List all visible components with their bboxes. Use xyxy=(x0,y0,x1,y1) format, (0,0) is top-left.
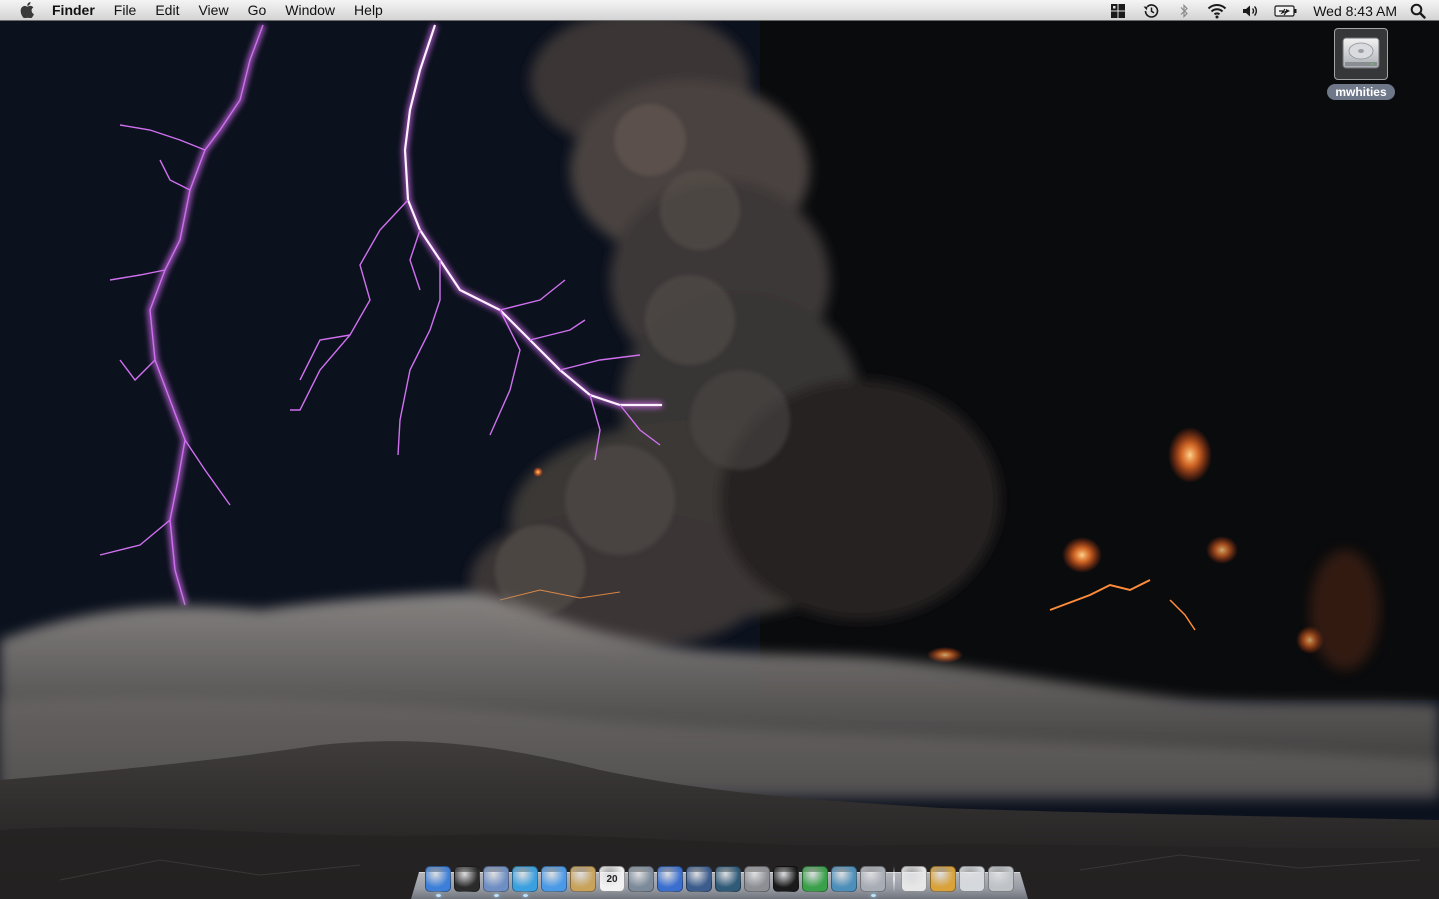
trash-icon[interactable] xyxy=(988,866,1014,892)
ical-icon[interactable]: 20 xyxy=(599,866,625,892)
mail-icon[interactable] xyxy=(483,866,509,897)
running-indicator xyxy=(522,894,528,897)
running-indicator xyxy=(435,894,441,897)
menu-window[interactable]: Window xyxy=(285,0,335,21)
dock-divider[interactable] xyxy=(893,866,895,892)
system-preferences-icon[interactable] xyxy=(744,866,770,892)
dock: 20 xyxy=(411,862,1028,899)
safari-icon[interactable] xyxy=(512,866,538,897)
iphoto-icon[interactable] xyxy=(628,866,654,892)
menu-go[interactable]: Go xyxy=(248,0,267,21)
menu-file[interactable]: File xyxy=(114,0,137,21)
activity-monitor-icon[interactable] xyxy=(860,866,886,897)
battery-icon[interactable] xyxy=(1273,2,1299,20)
apple-menu-icon[interactable] xyxy=(19,2,35,18)
preview-icon[interactable] xyxy=(831,866,857,892)
menu-bar-clock[interactable]: Wed 8:43 AM xyxy=(1313,3,1397,19)
hard-disk-icon[interactable] xyxy=(1334,28,1388,80)
desktop-disk-item[interactable]: mwhities xyxy=(1323,28,1399,100)
finder-icon[interactable] xyxy=(425,866,451,897)
running-indicator xyxy=(870,894,876,897)
ichat-icon[interactable] xyxy=(541,866,567,892)
running-indicator xyxy=(493,894,499,897)
spotlight-search-icon[interactable] xyxy=(1409,2,1427,20)
wifi-icon[interactable] xyxy=(1207,2,1227,20)
ical-label: 20 xyxy=(606,873,618,885)
time-machine-icon[interactable] xyxy=(1141,2,1161,20)
menu-app-finder[interactable]: Finder xyxy=(52,0,95,21)
address-book-icon[interactable] xyxy=(570,866,596,892)
spaces-icon[interactable] xyxy=(686,866,712,892)
menu-bar-left: Finder File Edit View Go Window Help xyxy=(0,0,402,21)
desktop: Finder File Edit View Go Window Help Wed… xyxy=(0,0,1439,899)
itunes-icon[interactable] xyxy=(657,866,683,892)
desktop-wallpaper xyxy=(0,0,1439,899)
downloads-stack-icon[interactable] xyxy=(930,866,956,892)
menu-help[interactable]: Help xyxy=(354,0,383,21)
volume-icon[interactable] xyxy=(1240,2,1260,20)
adium-icon[interactable] xyxy=(802,866,828,892)
time-machine-icon[interactable] xyxy=(715,866,741,892)
bluetooth-icon[interactable] xyxy=(1174,2,1194,20)
documents-stack-icon[interactable] xyxy=(901,866,927,892)
dock-icons: 20 xyxy=(425,862,1017,897)
terminal-icon[interactable] xyxy=(773,866,799,892)
menu-bar: Finder File Edit View Go Window Help Wed… xyxy=(0,0,1439,21)
applications-stack-icon[interactable] xyxy=(959,866,985,892)
disk-label[interactable]: mwhities xyxy=(1327,84,1395,100)
dashboard-icon[interactable] xyxy=(454,866,480,892)
spaces-icon[interactable] xyxy=(1108,2,1128,20)
menu-bar-status: Wed 8:43 AM xyxy=(1095,0,1439,21)
menu-view[interactable]: View xyxy=(198,0,228,21)
menu-edit[interactable]: Edit xyxy=(155,0,179,21)
